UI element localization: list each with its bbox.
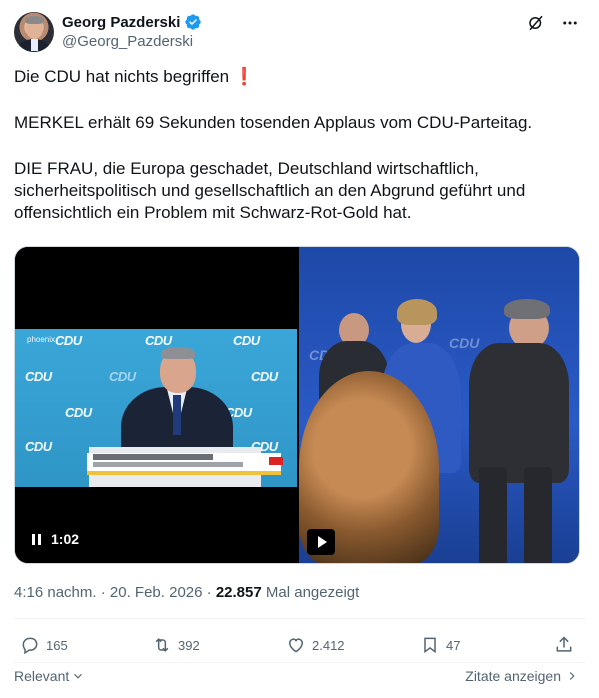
reply-button[interactable]: 165: [20, 632, 68, 658]
quotes-label: Zitate anzeigen: [465, 668, 561, 684]
share-button[interactable]: [554, 632, 574, 658]
author-handle[interactable]: @Georg_Pazderski: [62, 33, 193, 50]
view-quotes-link[interactable]: Zitate anzeigen: [465, 668, 579, 684]
cdu-tile: CDU: [233, 333, 260, 348]
meta-separator: ·: [100, 584, 106, 601]
cdu-tile: CDU: [25, 369, 52, 384]
play-button[interactable]: [307, 529, 335, 555]
tweet-line-2: MERKEL erhält 69 Sekunden tosenden Appla…: [14, 113, 533, 132]
tweet-line-3: DIE FRAU, die Europa geschadet, Deutschl…: [14, 159, 526, 222]
author-display-name[interactable]: Georg Pazderski: [62, 14, 180, 31]
live-badge: [269, 457, 283, 465]
repost-button[interactable]: 392: [152, 632, 200, 658]
reply-icon: [22, 637, 38, 655]
cdu-tile: CDU: [65, 405, 92, 420]
cdu-tile: CDU: [449, 335, 480, 351]
divider: [14, 618, 585, 619]
view-count: 22.857: [215, 584, 262, 601]
sort-label: Relevant: [14, 668, 70, 684]
cdu-tile: CDU: [109, 369, 136, 384]
channel-label: phoenix: [27, 335, 56, 344]
cdu-tile: CDU: [251, 369, 278, 384]
reply-count: 165: [46, 637, 68, 653]
author-name-row: Georg Pazderski: [62, 12, 202, 32]
tweet-date[interactable]: 20. Feb. 2026: [110, 584, 203, 601]
cdu-tile: CDU: [25, 439, 52, 454]
video-left[interactable]: phoenix CDU CDU CDU CDU CDU CDU CDU CDU …: [15, 247, 297, 563]
like-count: 2.412: [312, 637, 345, 653]
repost-icon: [155, 638, 169, 652]
view-count-label: Mal angezeigt: [265, 584, 360, 601]
tweet-card: Georg Pazderski @Georg_Pazderski Die CDU…: [0, 0, 599, 698]
repost-count: 392: [178, 637, 200, 653]
cdu-tile: CDU: [145, 333, 172, 348]
cdu-tile: CDU: [55, 333, 82, 348]
share-icon: [556, 636, 572, 652]
sort-replies-dropdown[interactable]: Relevant: [14, 668, 85, 684]
divider: [14, 662, 585, 663]
meta-separator: ·: [206, 584, 212, 601]
tweet-top-actions: [525, 12, 581, 34]
avatar[interactable]: [14, 12, 54, 52]
play-icon: [317, 536, 327, 548]
video-right[interactable]: CDU CDU CDU: [299, 247, 579, 563]
tweet-text: Die CDU hat nichts begriffen ❗ MERKEL er…: [14, 66, 584, 224]
exclamation-emoji: ❗: [233, 67, 256, 86]
chevron-right-icon: [569, 672, 575, 680]
bookmark-icon: [424, 637, 436, 654]
heart-icon: [288, 638, 304, 653]
tweet-time[interactable]: 4:16 nachm.: [14, 584, 97, 601]
chevron-down-icon: [74, 673, 83, 679]
video-duration: 1:02: [51, 531, 80, 547]
grok-icon[interactable]: [525, 12, 547, 34]
verified-badge-icon: [184, 13, 202, 31]
action-bar: 165 392 2.412 47: [14, 632, 580, 658]
video-left-frame: phoenix CDU CDU CDU CDU CDU CDU CDU CDU …: [15, 329, 297, 487]
bookmark-count: 47: [446, 637, 461, 653]
more-icon[interactable]: [559, 12, 581, 34]
tweet-meta: 4:16 nachm. · 20. Feb. 2026 · 22.857 Mal…: [14, 584, 359, 601]
media-grid: phoenix CDU CDU CDU CDU CDU CDU CDU CDU …: [14, 246, 580, 564]
video-controls: 1:02: [29, 531, 79, 547]
pause-icon[interactable]: [29, 532, 43, 546]
bookmark-button[interactable]: 47: [420, 632, 460, 658]
like-button[interactable]: 2.412: [286, 632, 345, 658]
tweet-line-1-text: Die CDU hat nichts begriffen: [14, 67, 230, 86]
tweet-line-1: Die CDU hat nichts begriffen ❗: [14, 66, 584, 88]
